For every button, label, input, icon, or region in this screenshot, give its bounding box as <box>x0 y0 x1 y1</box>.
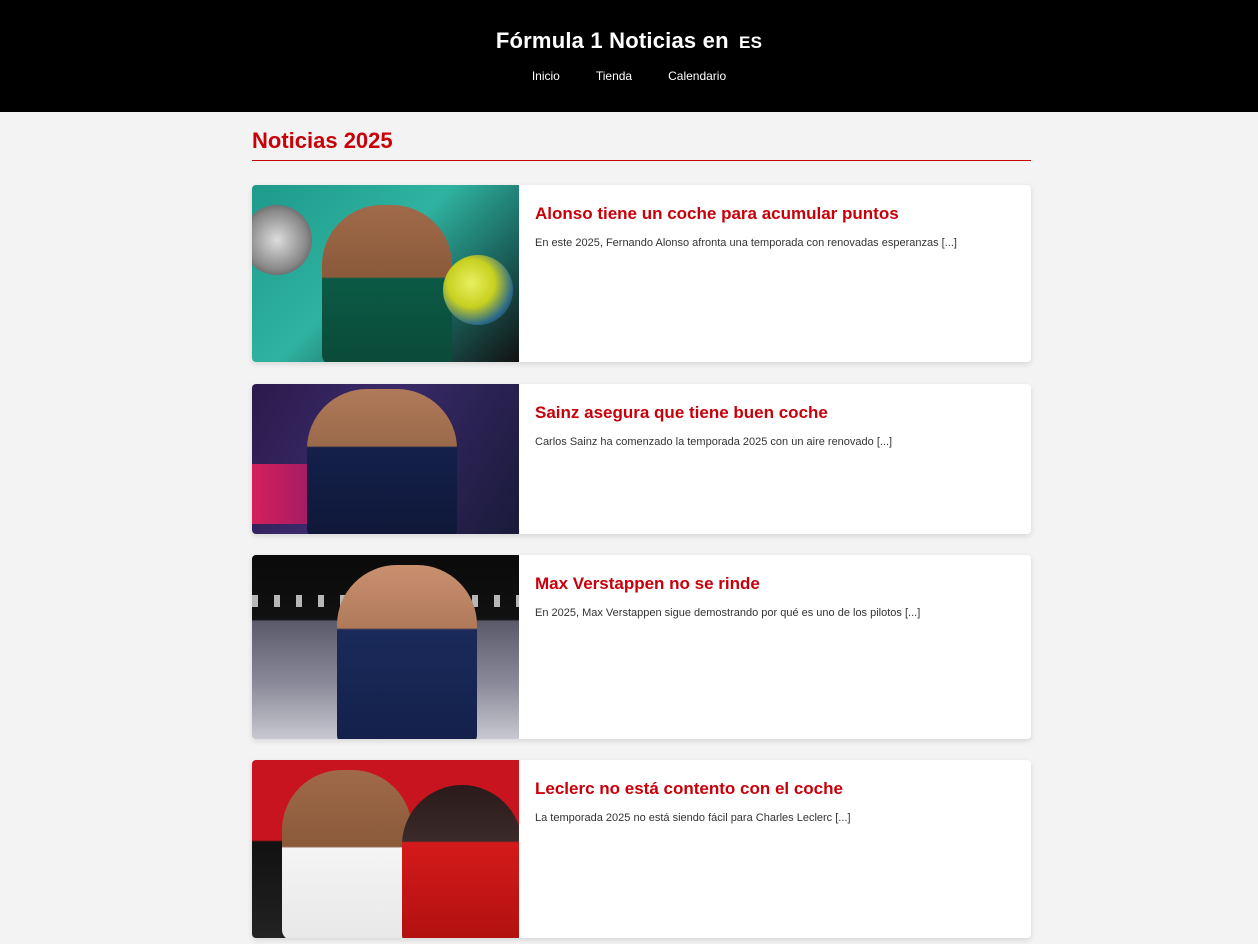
news-thumbnail-sainz[interactable] <box>252 384 519 534</box>
news-card-body: Alonso tiene un coche para acumular punt… <box>519 185 973 362</box>
driver-figure <box>337 565 477 739</box>
engineer-figure <box>402 785 519 938</box>
news-thumbnail-alonso[interactable] <box>252 185 519 362</box>
news-excerpt-alonso: En este 2025, Fernando Alonso afronta un… <box>535 237 957 249</box>
driver-figure <box>322 205 452 362</box>
news-card-alonso[interactable]: Alonso tiene un coche para acumular punt… <box>252 185 1031 362</box>
news-title-leclerc[interactable]: Leclerc no está contento con el coche <box>535 778 851 800</box>
nav-link-tienda[interactable]: Tienda <box>578 69 650 83</box>
helmet-shape <box>443 255 513 325</box>
news-thumbnail-leclerc[interactable] <box>252 760 519 938</box>
news-title-sainz[interactable]: Sainz asegura que tiene buen coche <box>535 402 892 424</box>
news-card-leclerc[interactable]: Leclerc no está contento con el coche La… <box>252 760 1031 938</box>
news-title-verstappen[interactable]: Max Verstappen no se rinde <box>535 573 920 595</box>
site-title-text: Fórmula 1 Noticias en <box>495 28 729 53</box>
watch-shape <box>252 205 312 275</box>
news-card-verstappen[interactable]: Max Verstappen no se rinde En 2025, Max … <box>252 555 1031 739</box>
news-excerpt-leclerc: La temporada 2025 no está siendo fácil p… <box>535 812 851 824</box>
news-excerpt-sainz: Carlos Sainz ha comenzado la temporada 2… <box>535 436 893 448</box>
driver-figure <box>282 770 412 938</box>
nav-link-calendario[interactable]: Calendario <box>650 69 744 83</box>
site-title[interactable]: Fórmula 1 Noticias en ES <box>0 28 1258 54</box>
driver-figure <box>307 389 457 534</box>
section-title: Noticias 2025 <box>252 129 1031 161</box>
language-badge[interactable]: ES <box>739 33 762 52</box>
main-nav: Inicio Tienda Calendario <box>0 69 1258 83</box>
nav-link-inicio[interactable]: Inicio <box>514 69 578 83</box>
news-card-body: Sainz asegura que tiene buen coche Carlo… <box>519 384 908 534</box>
news-title-alonso[interactable]: Alonso tiene un coche para acumular punt… <box>535 203 957 225</box>
site-header: Fórmula 1 Noticias en ES Inicio Tienda C… <box>0 0 1258 112</box>
news-excerpt-verstappen: En 2025, Max Verstappen sigue demostrand… <box>535 607 921 619</box>
news-card-body: Max Verstappen no se rinde En 2025, Max … <box>519 555 936 739</box>
news-section: Noticias 2025 Alonso tiene un coche para… <box>252 112 1031 938</box>
news-card-body: Leclerc no está contento con el coche La… <box>519 760 867 938</box>
news-thumbnail-verstappen[interactable] <box>252 555 519 739</box>
news-card-sainz[interactable]: Sainz asegura que tiene buen coche Carlo… <box>252 384 1031 534</box>
